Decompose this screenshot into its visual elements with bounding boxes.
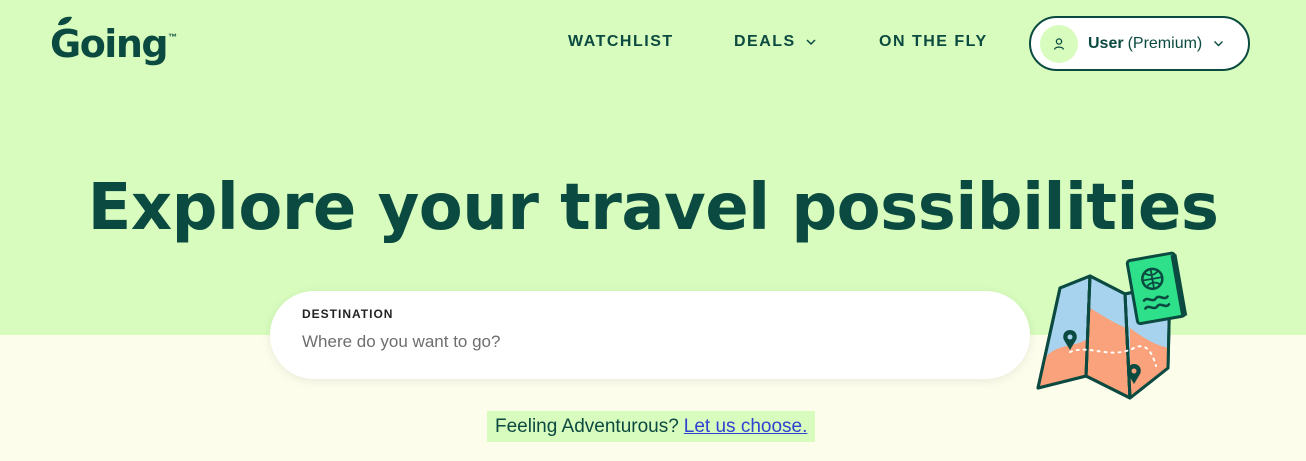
feeling-adventurous-text: Feeling Adventurous? [495,415,679,437]
going-logo[interactable]: Going ™ [50,16,178,68]
chevron-down-icon [1214,41,1224,47]
chevron-down-icon [806,39,816,46]
nav-deals-dropdown[interactable]: DEALS [734,32,817,52]
let-us-choose-link[interactable]: Let us choose. [684,416,808,438]
user-plan: (Premium) [1127,34,1203,52]
nav-watchlist-label: WATCHLIST [568,33,674,50]
nav-on-the-fly[interactable]: ON THE FLY [879,32,988,52]
logo-wordmark: Going [50,22,169,66]
map-and-passport-illustration [1036,251,1188,400]
nav-watchlist[interactable]: WATCHLIST [568,32,674,52]
destination-search-box[interactable]: DESTINATION [270,291,1030,379]
page-title: Explore your travel possibilities [87,171,1219,245]
nav-deals-label: DEALS [734,33,796,50]
user-icon [1053,37,1065,50]
destination-input[interactable] [302,329,982,355]
nav-on-the-fly-label: ON THE FLY [879,33,988,50]
destination-label: DESTINATION [302,307,394,321]
user-menu-label: User (Premium) [1088,34,1202,54]
avatar [1040,24,1078,63]
logo-trademark: ™ [168,32,178,42]
leaf-icon [58,16,72,26]
feeling-adventurous-banner: Feeling Adventurous? Let us choose. [487,411,816,442]
user-menu-button[interactable]: User (Premium) [1029,16,1250,71]
user-name: User [1088,34,1124,52]
